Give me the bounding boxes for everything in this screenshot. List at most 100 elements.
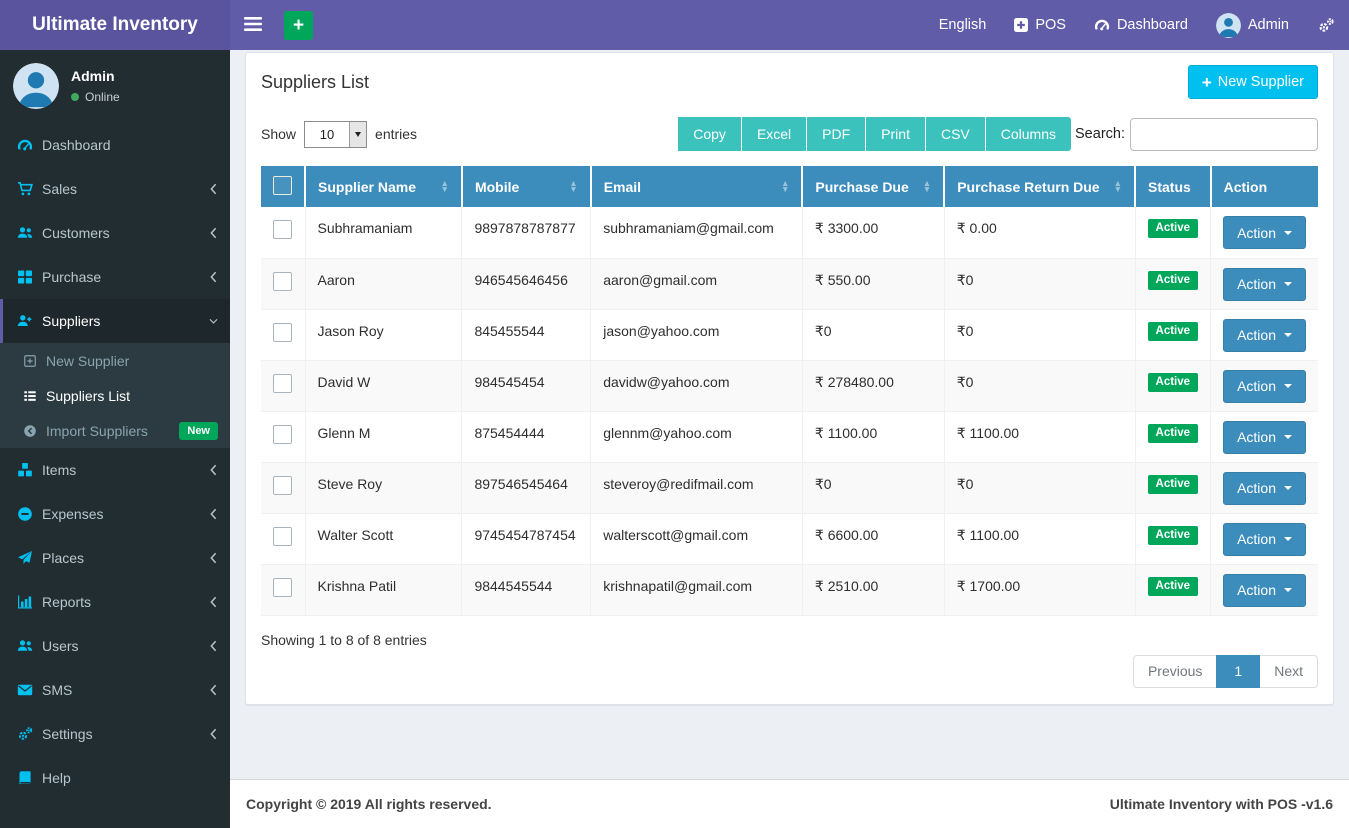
row-checkbox[interactable] <box>273 373 292 393</box>
row-checkbox[interactable] <box>273 322 292 342</box>
page-size-select[interactable]: 10 <box>304 120 368 148</box>
content-area: Suppliers List View/Search Suppliers Hom… <box>230 0 1349 705</box>
app-logo[interactable]: Ultimate Inventory <box>0 0 230 50</box>
sidebar-item-settings[interactable]: Settings <box>0 712 230 756</box>
row-select-cell <box>261 564 305 616</box>
sidebar-item-import-suppliers[interactable]: Import Suppliers New <box>0 413 230 448</box>
action-dropdown-button[interactable]: Action <box>1223 369 1306 403</box>
sidebar-item-users[interactable]: Users <box>0 624 230 668</box>
sidebar-item-reports[interactable]: Reports <box>0 580 230 624</box>
navbar-right: English POS Dashboard Admin <box>925 0 1349 50</box>
export-button[interactable]: Columns <box>985 117 1072 151</box>
sidebar-item-places[interactable]: Places <box>0 536 230 580</box>
chevron-left-icon <box>209 183 218 195</box>
sidebar-item-suppliers-list[interactable]: Suppliers List <box>0 378 230 413</box>
pagination-page-1[interactable]: 1 <box>1216 654 1261 688</box>
supplier-name-cell: Subhramaniam <box>304 207 462 259</box>
row-checkbox[interactable] <box>273 526 292 546</box>
row-checkbox[interactable] <box>273 424 292 444</box>
sort-icon: ▲ ▼ <box>569 178 578 194</box>
nav-settings[interactable] <box>1303 0 1349 50</box>
status-badge: Active <box>1147 270 1199 290</box>
sidebar-item-label: Expenses <box>42 506 104 522</box>
export-button[interactable]: PDF <box>807 117 867 151</box>
action-dropdown-button[interactable]: Action <box>1223 267 1306 301</box>
export-button[interactable]: Excel <box>741 117 808 151</box>
plus-icon: + <box>1201 72 1212 92</box>
sidebar-item-purchase[interactable]: Purchase <box>0 255 230 299</box>
column-header-email[interactable]: Email ▲ ▼ <box>589 166 803 207</box>
nav-dashboard[interactable]: Dashboard <box>1080 0 1202 50</box>
users-icon <box>16 225 33 241</box>
sidebar-item-sms[interactable]: SMS <box>0 668 230 712</box>
supplier-name-cell: David W <box>304 360 462 412</box>
search-input[interactable] <box>1130 117 1318 151</box>
row-checkbox[interactable] <box>273 271 292 291</box>
column-header-purchase-return-due[interactable]: Purchase Return Due ▲ ▼ <box>943 166 1136 207</box>
table-row: Steve Roy 897546545464 steveroy@redifmai… <box>261 462 1318 514</box>
action-dropdown-button[interactable]: Action <box>1223 573 1306 607</box>
sidebar-item-suppliers[interactable]: Suppliers <box>0 299 230 343</box>
pagination-next[interactable]: Next <box>1259 654 1318 688</box>
action-dropdown-button[interactable]: Action <box>1223 216 1306 249</box>
action-dropdown-button[interactable]: Action <box>1223 318 1306 352</box>
purchase-return-due-cell: ₹ 1100.00 <box>943 411 1136 463</box>
page-length-control: Show 10 entries <box>261 120 417 148</box>
sidebar-item-sales[interactable]: Sales <box>0 167 230 211</box>
sidebar-item-label: Places <box>42 550 85 566</box>
row-checkbox[interactable] <box>273 220 292 239</box>
status-badge: Active <box>1147 474 1199 494</box>
pagination-previous[interactable]: Previous <box>1132 654 1218 688</box>
column-header-mobile[interactable]: Mobile ▲ ▼ <box>460 166 591 207</box>
column-header-purchase-due[interactable]: Purchase Due ▲ ▼ <box>801 166 945 207</box>
action-dropdown-button[interactable]: Action <box>1223 420 1306 454</box>
copyright-text: Copyright © 2019 All rights reserved. <box>246 796 492 812</box>
table-body: Subhramaniam 9897878787877 subhramaniam@… <box>261 207 1318 616</box>
mobile-cell: 9897878787877 <box>461 207 591 259</box>
row-checkbox[interactable] <box>273 577 292 597</box>
nav-pos[interactable]: POS <box>1000 0 1080 50</box>
sidebar-item-customers[interactable]: Customers <box>0 211 230 255</box>
quick-add-button[interactable]: + <box>284 10 313 40</box>
new-supplier-button[interactable]: + New Supplier <box>1187 65 1318 99</box>
chevron-left-icon <box>209 552 218 564</box>
mobile-cell: 9844545544 <box>461 564 591 616</box>
online-label: Online <box>85 90 120 104</box>
caret-down-icon <box>1284 435 1292 439</box>
chevron-left-icon <box>209 640 218 652</box>
sidebar-item-new-supplier[interactable]: New Supplier <box>0 343 230 378</box>
status-cell: Active <box>1134 462 1211 514</box>
sidebar-toggle-button[interactable] <box>230 0 276 50</box>
caret-down-icon <box>1284 588 1292 592</box>
caret-down-icon <box>1284 486 1292 490</box>
sidebar-item-label: Suppliers <box>42 313 101 329</box>
purchase-return-due-cell: ₹ 1700.00 <box>943 564 1136 616</box>
select-all-checkbox[interactable] <box>273 175 292 195</box>
nav-user-menu[interactable]: Admin <box>1202 0 1303 50</box>
sidebar-item-help[interactable]: Help <box>0 756 230 800</box>
export-button[interactable]: Print <box>866 117 926 151</box>
column-label: Email <box>603 178 642 195</box>
avatar <box>1215 12 1241 38</box>
action-cell: Action <box>1210 513 1318 565</box>
status-cell: Active <box>1134 207 1211 259</box>
sidebar-item-expenses[interactable]: Expenses <box>0 492 230 536</box>
email-cell: glennm@yahoo.com <box>590 411 803 463</box>
export-button[interactable]: Copy <box>678 117 742 151</box>
purchase-return-due-cell: ₹0 <box>943 462 1136 514</box>
sidebar-user-status[interactable]: Online <box>71 90 120 104</box>
sidebar-item-items[interactable]: Items <box>0 448 230 492</box>
action-dropdown-button[interactable]: Action <box>1223 471 1306 505</box>
row-select-cell <box>261 309 305 361</box>
hamburger-icon <box>244 16 262 34</box>
nav-language[interactable]: English <box>925 0 1001 50</box>
action-dropdown-button[interactable]: Action <box>1223 522 1306 556</box>
export-button[interactable]: CSV <box>925 117 986 151</box>
row-checkbox[interactable] <box>273 475 292 495</box>
table-search: Search: <box>1075 117 1318 151</box>
row-select-cell <box>261 513 305 565</box>
column-header-supplier-name[interactable]: Supplier Name ▲ ▼ <box>304 166 462 207</box>
sidebar-item-dashboard[interactable]: Dashboard <box>0 123 230 167</box>
purchase-due-cell: ₹ 2510.00 <box>801 564 945 616</box>
table-footer: Showing 1 to 8 of 8 entries Previous 1 N… <box>261 632 1318 688</box>
